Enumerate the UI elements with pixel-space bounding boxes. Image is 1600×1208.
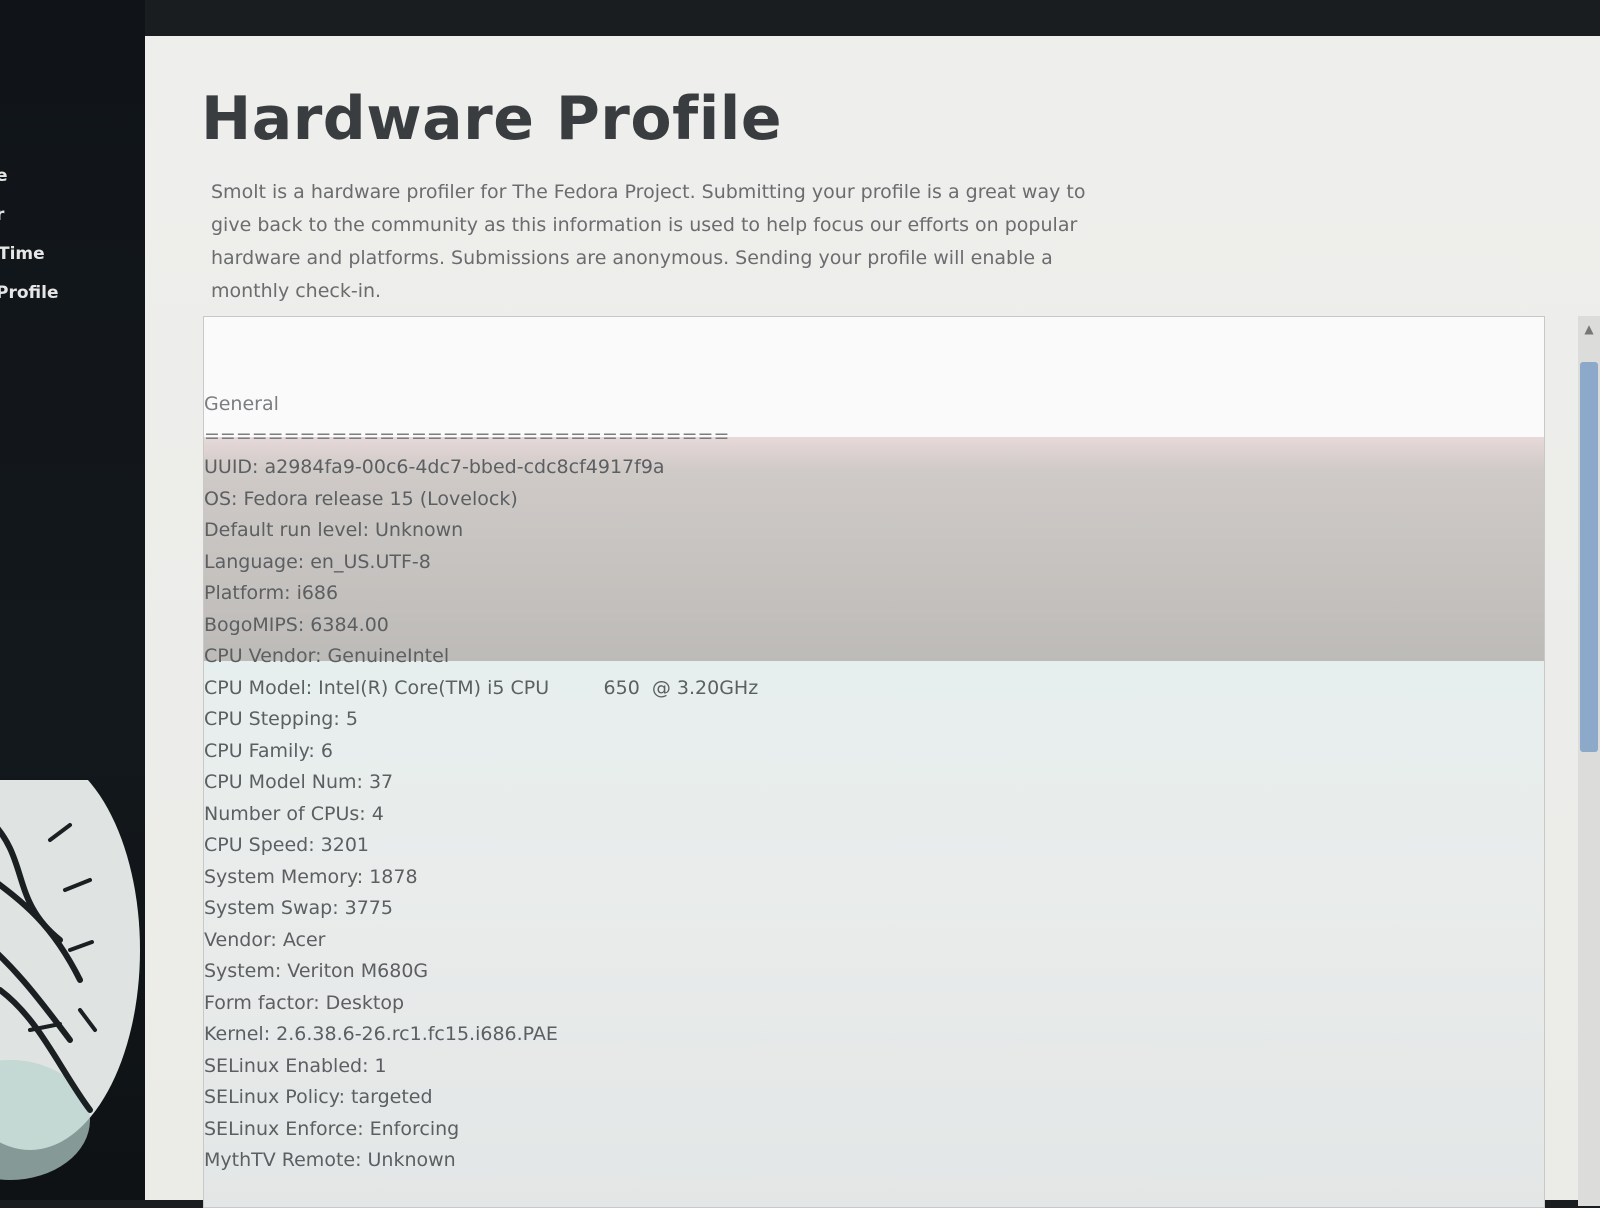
profile-report-view[interactable]: General ================================…	[203, 316, 1545, 1208]
report-line: BogoMIPS: 6384.00	[204, 613, 389, 636]
fedora-artwork	[0, 780, 140, 1180]
report-line: Number of CPUs: 4	[204, 802, 384, 825]
sidebar-step-1: e	[0, 166, 8, 186]
report-section-heading: General	[204, 393, 279, 415]
report-line: SELinux Enforce: Enforcing	[204, 1117, 460, 1140]
report-line: System: Veriton M680G	[204, 960, 429, 982]
report-line: CPU Stepping: 5	[204, 708, 358, 730]
report-line: System Swap: 3775	[204, 897, 393, 919]
sidebar-step-hardware-profile: Profile	[0, 283, 59, 303]
scrollbar-thumb[interactable]	[1580, 362, 1598, 752]
report-line: Platform: i686	[204, 582, 339, 604]
report-line: CPU Model: Intel(R) Core(TM) i5 CPU 650 …	[204, 676, 759, 699]
report-line: Default run level: Unknown	[204, 519, 464, 541]
report-line: UUID: a2984fa9-00c6-4dc7-bbed-cdc8cf4917…	[204, 456, 665, 478]
report-line: Kernel: 2.6.38.6-26.rc1.fc15.i686.PAE	[204, 1023, 558, 1045]
vertical-scrollbar[interactable]: ▲	[1578, 316, 1600, 1206]
wizard-sidebar: e r Time Profile	[0, 0, 145, 1200]
scroll-up-arrow-icon[interactable]: ▲	[1580, 320, 1598, 338]
report-line: SELinux Enabled: 1	[204, 1054, 387, 1077]
intro-text: Smolt is a hardware profiler for The Fed…	[211, 181, 1086, 302]
sidebar-step-date-time: Time	[0, 244, 45, 264]
report-line: MythTV Remote: Unknown	[204, 1149, 456, 1171]
profile-report-text: General ================================…	[204, 389, 758, 1177]
report-line: CPU Family: 6	[204, 739, 333, 762]
report-line: Form factor: Desktop	[204, 991, 405, 1014]
page-title: Hardware Profile	[201, 84, 783, 154]
report-line: CPU Model Num: 37	[204, 771, 394, 793]
report-line: System Memory: 1878	[204, 865, 418, 888]
report-line: Language: en_US.UTF-8	[204, 550, 431, 573]
report-divider: =================================	[204, 424, 730, 447]
report-line: CPU Vendor: GenuineIntel	[204, 645, 450, 667]
report-line: SELinux Policy: targeted	[204, 1086, 433, 1108]
report-line: CPU Speed: 3201	[204, 834, 370, 856]
report-line: Vendor: Acer	[204, 928, 326, 951]
sidebar-step-2: r	[0, 205, 5, 225]
wizard-page: Hardware Profile Smolt is a hardware pro…	[145, 36, 1600, 1208]
report-line: OS: Fedora release 15 (Lovelock)	[204, 487, 518, 510]
